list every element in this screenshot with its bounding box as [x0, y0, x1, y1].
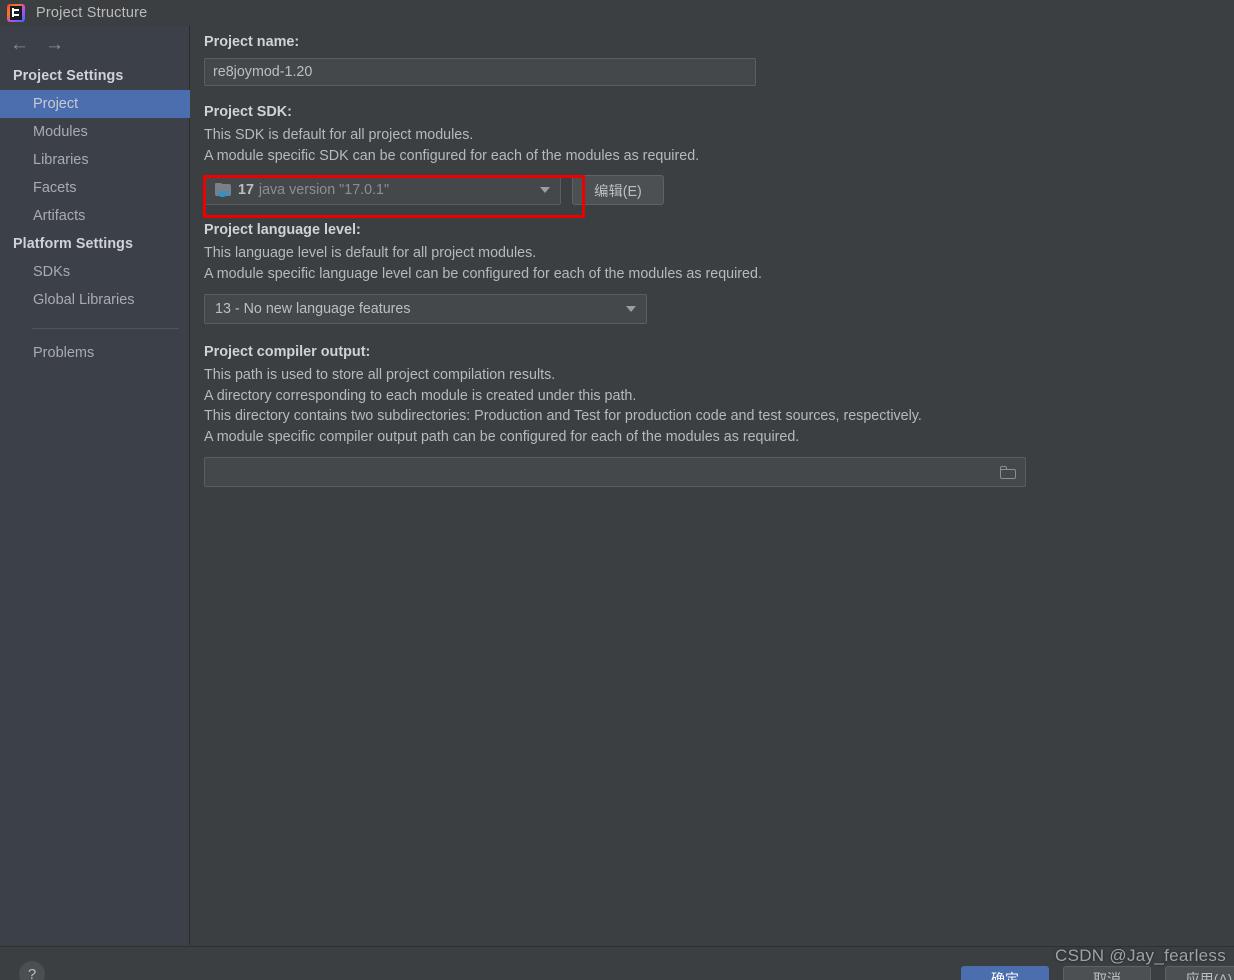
project-name-input[interactable]: re8joymod-1.20 — [204, 58, 756, 86]
arrow-right-icon[interactable]: → — [45, 35, 64, 54]
title-bar: Project Structure — [0, 0, 1234, 26]
sidebar-item-artifacts[interactable]: Artifacts — [0, 202, 189, 230]
sidebar-item-problems[interactable]: Problems — [0, 339, 189, 367]
project-sdk-row: 17 java version "17.0.1" 编辑(E) — [204, 175, 1234, 205]
language-level-label: Project language level: — [204, 222, 361, 238]
sidebar-item-label: Modules — [33, 124, 88, 140]
apply-button[interactable]: 应用(A) — [1165, 966, 1234, 980]
arrow-left-icon[interactable]: ← — [10, 35, 29, 54]
window-title: Project Structure — [36, 5, 148, 21]
sidebar-item-label: Project — [33, 96, 79, 112]
sidebar-group-project-settings: Project Settings — [13, 68, 124, 84]
navigation-buttons: ← → — [0, 26, 189, 62]
sidebar-item-label: Artifacts — [33, 208, 86, 224]
main-content: Project name: re8joymod-1.20 Project SDK… — [191, 26, 1234, 945]
compiler-output-desc-2: A directory corresponding to each module… — [204, 387, 637, 404]
sidebar-divider — [32, 328, 179, 329]
sidebar-item-label: Global Libraries — [33, 292, 135, 308]
sidebar: ← → Project Settings Project Modules Lib… — [0, 26, 190, 945]
compiler-output-desc-1: This path is used to store all project c… — [204, 367, 556, 383]
sidebar-item-modules[interactable]: Modules — [0, 118, 189, 146]
language-level-dropdown[interactable]: 13 - No new language features — [204, 294, 647, 324]
language-level-desc-2: A module specific language level can be … — [204, 265, 762, 282]
sidebar-item-label: Facets — [33, 180, 77, 196]
csdn-watermark: CSDN @Jay_fearless — [1055, 946, 1226, 965]
sidebar-item-project[interactable]: Project — [0, 90, 190, 118]
sidebar-item-global-libraries[interactable]: Global Libraries — [0, 286, 189, 314]
compiler-output-input[interactable] — [204, 457, 1026, 487]
compiler-output-desc-4: A module specific compiler output path c… — [204, 428, 800, 445]
intellij-idea-logo-icon — [7, 4, 25, 22]
language-level-desc-1: This language level is default for all p… — [204, 245, 537, 261]
cancel-button[interactable]: 取消 — [1063, 966, 1151, 980]
sidebar-group-platform-settings: Platform Settings — [13, 236, 134, 252]
sidebar-item-libraries[interactable]: Libraries — [0, 146, 189, 174]
folder-open-icon[interactable] — [1000, 465, 1016, 479]
project-name-label: Project name: — [204, 34, 300, 50]
edit-sdk-button[interactable]: 编辑(E) — [572, 175, 664, 205]
project-sdk-description: java version "17.0.1" — [258, 182, 390, 198]
ok-button[interactable]: 确定 — [961, 966, 1049, 980]
java-sdk-folder-icon — [215, 182, 232, 198]
project-name-value: re8joymod-1.20 — [213, 64, 313, 80]
project-sdk-version: 17 — [238, 182, 254, 198]
compiler-output-desc-3: This directory contains two subdirectori… — [204, 408, 922, 424]
dialog-footer: ? 确定 取消 应用(A) — [0, 946, 1234, 980]
project-structure-dialog: Project Structure ← → Project Settings P… — [0, 0, 1234, 980]
chevron-down-icon — [540, 187, 550, 193]
compiler-output-label: Project compiler output: — [204, 344, 371, 360]
sidebar-item-facets[interactable]: Facets — [0, 174, 189, 202]
sidebar-item-label: SDKs — [33, 264, 71, 280]
language-level-value: 13 - No new language features — [215, 301, 411, 317]
chevron-down-icon — [626, 306, 636, 312]
sidebar-item-label: Problems — [33, 345, 95, 361]
sidebar-item-label: Libraries — [33, 152, 89, 168]
project-sdk-label: Project SDK: — [204, 104, 292, 120]
project-sdk-desc-2: A module specific SDK can be configured … — [204, 147, 700, 164]
project-sdk-dropdown[interactable]: 17 java version "17.0.1" — [204, 175, 561, 205]
sidebar-item-sdks[interactable]: SDKs — [0, 258, 189, 286]
project-sdk-desc-1: This SDK is default for all project modu… — [204, 127, 474, 143]
help-button[interactable]: ? — [19, 961, 45, 980]
